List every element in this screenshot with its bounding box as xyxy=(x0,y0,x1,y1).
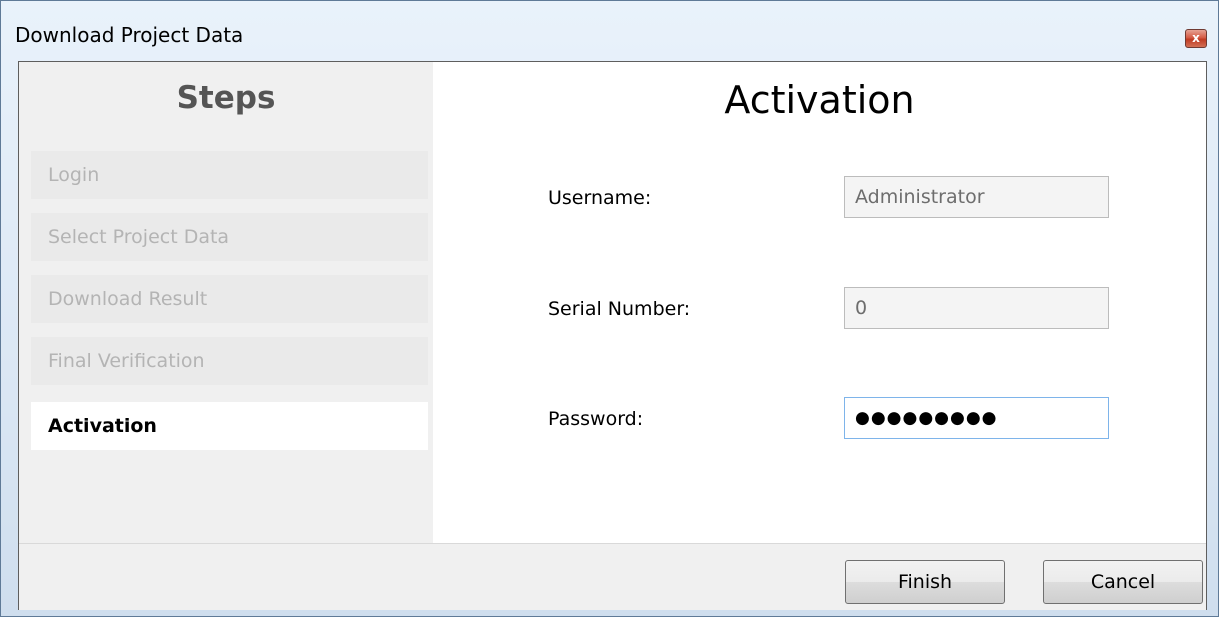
cancel-button[interactable]: Cancel xyxy=(1043,560,1203,604)
step-item-activation: Activation xyxy=(31,402,428,450)
close-icon: x xyxy=(1192,31,1200,45)
password-field[interactable] xyxy=(844,397,1109,439)
title-bar[interactable]: Download Project Data x xyxy=(1,1,1218,61)
steps-sidebar: Steps Login Select Project Data Download… xyxy=(19,62,433,543)
finish-button[interactable]: Finish xyxy=(845,560,1005,604)
dialog-window: Download Project Data x Steps Login Sele… xyxy=(0,0,1219,617)
step-item-download-result: Download Result xyxy=(31,275,428,323)
username-label: Username: xyxy=(548,187,652,209)
page-title: Activation xyxy=(724,78,915,122)
serial-number-field[interactable] xyxy=(844,287,1109,329)
window-title: Download Project Data xyxy=(15,23,244,47)
close-button[interactable]: x xyxy=(1185,29,1207,48)
password-label: Password: xyxy=(548,408,644,430)
dialog-body: Steps Login Select Project Data Download… xyxy=(18,61,1207,610)
step-item-final-verification: Final Verification xyxy=(31,337,428,385)
button-bar: Finish Cancel xyxy=(19,543,1206,610)
step-item-select-project-data: Select Project Data xyxy=(31,213,428,261)
username-field[interactable] xyxy=(844,176,1109,218)
serial-number-label: Serial Number: xyxy=(548,298,691,320)
step-item-login: Login xyxy=(31,151,428,199)
activation-panel: Activation Username: Serial Number: Pass… xyxy=(433,62,1206,543)
steps-heading: Steps xyxy=(176,80,276,116)
